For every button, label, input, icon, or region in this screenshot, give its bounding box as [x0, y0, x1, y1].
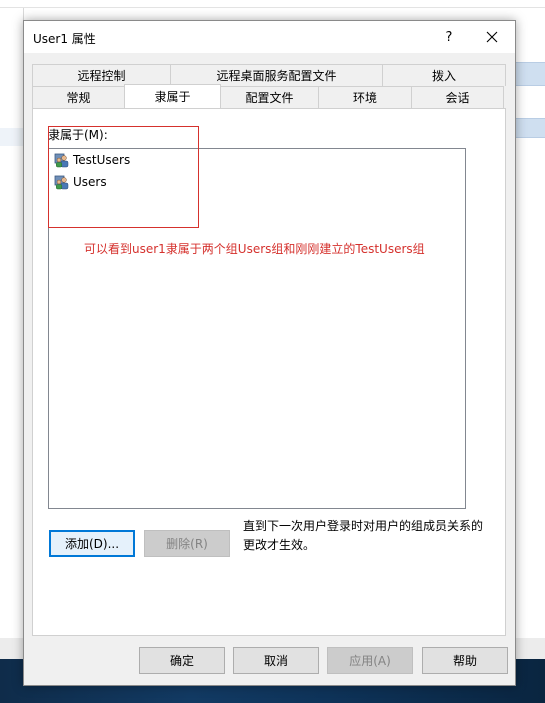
user-properties-dialog: User1 属性 ? 远程控制 远程桌面服务配置文件 拨入 常规 隶属于 配置文 — [23, 20, 516, 686]
dialog-titlebar[interactable]: User1 属性 ? — [24, 21, 515, 53]
add-button[interactable]: 添加(D)... — [49, 530, 135, 557]
membership-change-notice: 直到下一次用户登录时对用户的组成员关系的更改才生效。 — [243, 519, 484, 552]
close-icon — [486, 31, 498, 43]
annotation-highlight-box — [48, 126, 199, 228]
tab-sessions[interactable]: 会话 — [411, 86, 504, 108]
remove-button[interactable]: 删除(R) — [144, 530, 230, 557]
tab-label: 配置文件 — [245, 91, 294, 105]
dialog-title: User1 属性 — [33, 32, 96, 46]
background-highlight-band — [516, 118, 545, 138]
annotation-text: 可以看到user1隶属于两个组Users组和刚刚建立的TestUsers组 — [84, 242, 425, 256]
tab-label: 拨入 — [431, 69, 456, 83]
tab-label: 会话 — [445, 91, 470, 105]
tab-environment[interactable]: 环境 — [318, 86, 412, 108]
tab-row-lower: 常规 隶属于 配置文件 环境 会话 — [32, 84, 504, 108]
tab-profile[interactable]: 配置文件 — [220, 86, 319, 108]
member-of-panel: 隶属于(M): TestUsers Users 可以看到user1隶属于两个组U… — [32, 108, 506, 636]
background-highlight-band — [516, 62, 545, 86]
apply-button[interactable]: 应用(A) — [327, 647, 413, 674]
background-window-left-pane — [0, 8, 24, 638]
close-button[interactable] — [472, 22, 512, 52]
tab-dial-in[interactable]: 拨入 — [382, 64, 506, 86]
help-footer-button[interactable]: 帮助 — [422, 647, 508, 674]
cancel-button[interactable]: 取消 — [233, 647, 319, 674]
tab-row-upper: 远程控制 远程桌面服务配置文件 拨入 — [32, 64, 506, 86]
help-icon: ? — [445, 29, 453, 45]
tab-member-of[interactable]: 隶属于 — [124, 84, 221, 108]
background-window-titlebar — [0, 0, 545, 8]
tab-rds-profile[interactable]: 远程桌面服务配置文件 — [170, 64, 383, 86]
tab-label: 常规 — [66, 91, 91, 105]
tab-general[interactable]: 常规 — [32, 86, 125, 108]
tab-label: 环境 — [352, 91, 377, 105]
background-selected-row — [0, 128, 24, 146]
ok-button[interactable]: 确定 — [139, 647, 225, 674]
tab-label: 隶属于 — [154, 90, 191, 104]
tab-label: 远程控制 — [77, 69, 126, 83]
tab-label: 远程桌面服务配置文件 — [216, 69, 337, 83]
help-button[interactable]: ? — [429, 22, 469, 52]
background-window-right-pane — [516, 8, 545, 638]
tab-remote-control[interactable]: 远程控制 — [32, 64, 171, 86]
